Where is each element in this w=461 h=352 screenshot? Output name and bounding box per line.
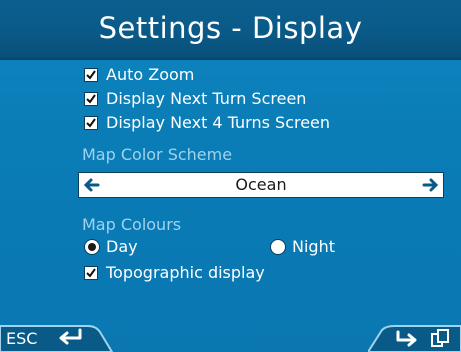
checkbox-checked-icon[interactable] [84, 266, 98, 280]
esc-button[interactable]: ESC [0, 322, 120, 352]
back-arrow-icon [56, 328, 84, 352]
arrow-left-icon[interactable] [83, 176, 101, 194]
radio-unselected-icon[interactable] [270, 239, 286, 255]
header-bar: Settings - Display [0, 0, 461, 60]
checkbox-checked-icon[interactable] [84, 92, 98, 106]
radio-night-label: Night [292, 237, 335, 256]
next-arrow-icon [394, 328, 422, 352]
map-color-scheme-label: Map Color Scheme [82, 145, 233, 164]
arrow-right-icon[interactable] [421, 176, 439, 194]
pages-icon[interactable] [430, 328, 452, 352]
map-colours-label: Map Colours [82, 215, 182, 234]
topographic-label: Topographic display [106, 263, 265, 282]
map-color-scheme-selector[interactable]: Ocean [78, 172, 444, 198]
next-button[interactable] [368, 322, 461, 352]
radio-selected-icon[interactable] [84, 239, 100, 255]
page-title: Settings - Display [98, 11, 363, 45]
map-color-scheme-value: Ocean [235, 175, 287, 194]
checkbox-checked-icon[interactable] [84, 116, 98, 130]
option-label: Display Next Turn Screen [106, 89, 307, 108]
option-label: Auto Zoom [106, 65, 195, 84]
esc-label: ESC [6, 329, 38, 348]
checkbox-checked-icon[interactable] [84, 68, 98, 82]
settings-display-screen: Settings - Display Auto Zoom Display Nex… [0, 0, 461, 352]
option-label: Display Next 4 Turns Screen [106, 113, 331, 132]
radio-day-label: Day [106, 237, 138, 256]
